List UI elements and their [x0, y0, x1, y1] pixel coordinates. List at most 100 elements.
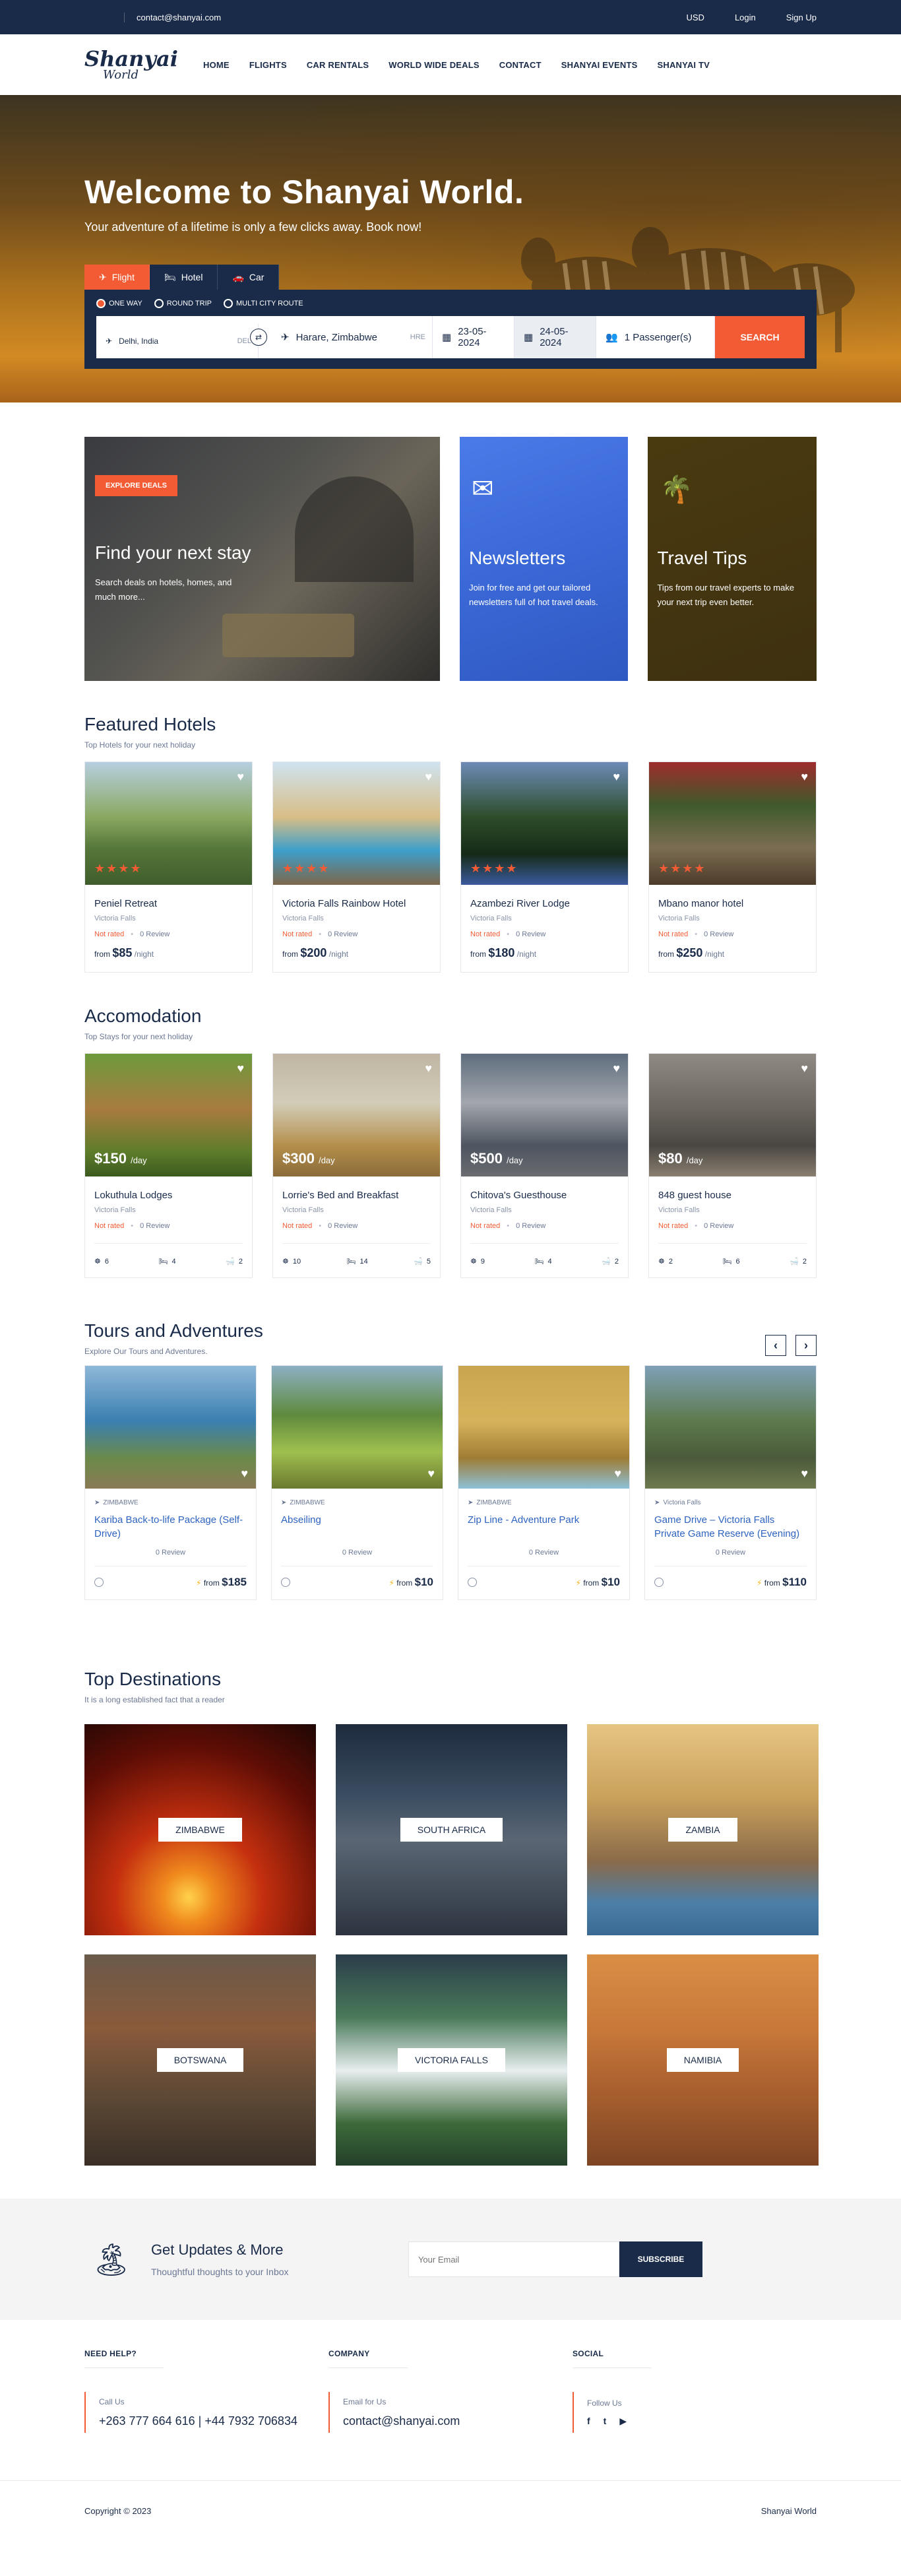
destination-label[interactable]: ZIMBABWE	[158, 1818, 242, 1842]
hotel-image[interactable]: ♥ ★★★★	[649, 762, 816, 885]
to-field[interactable]: ⇄ ✈ Harare, Zimbabwe HRE	[250, 316, 433, 358]
accommodation-card[interactable]: ♥ $500 /day Chitova's Guesthouse Victori…	[460, 1053, 629, 1278]
destination-tile[interactable]: ZAMBIA	[587, 1724, 819, 1935]
accommodation-image[interactable]: ♥ $500 /day	[461, 1054, 628, 1176]
accommodation-card[interactable]: ♥ $80 /day 848 guest house Victoria Fall…	[648, 1053, 817, 1278]
heart-icon[interactable]: ♥	[613, 770, 620, 784]
tour-card[interactable]: ♥ ➤ ZIMBABWE Abseiling 0 Review ⚡ from $1…	[271, 1365, 443, 1600]
chevron-left-icon[interactable]: ‹	[765, 1335, 786, 1356]
destination-tile[interactable]: NAMIBIA	[587, 1954, 819, 2166]
trip-one-way[interactable]: ONE WAY	[96, 299, 142, 308]
hotel-card[interactable]: ♥ ★★★★ Azambezi River Lodge Victoria Fal…	[460, 761, 629, 973]
currency-select[interactable]: USD	[686, 13, 704, 22]
passengers-field[interactable]: 👥 1 Passenger(s)	[596, 316, 715, 358]
footer-social: SOCIAL Follow Us f t ▶	[573, 2349, 817, 2433]
site-logo[interactable]: Shanyai World	[84, 38, 183, 91]
nav-flights[interactable]: FLIGHTS	[249, 60, 287, 70]
heart-icon[interactable]: ♥	[425, 1062, 432, 1076]
destination-tile[interactable]: VICTORIA FALLS	[336, 1954, 567, 2166]
depart-date-field[interactable]: ▦ 23-05-2024	[433, 316, 514, 358]
facebook-icon[interactable]: f	[587, 2416, 590, 2427]
tour-card[interactable]: ♥ ➤ ZIMBABWE Zip Line - Adventure Park 0 …	[458, 1365, 630, 1600]
heart-icon[interactable]: ♥	[801, 1062, 808, 1076]
tour-image[interactable]: ♥	[645, 1366, 816, 1489]
destination-label[interactable]: ZAMBIA	[668, 1818, 737, 1842]
destination-tile[interactable]: BOTSWANA	[84, 1954, 316, 2166]
tour-image[interactable]: ♥	[458, 1366, 629, 1489]
destination-label[interactable]: NAMIBIA	[666, 2048, 739, 2072]
hotel-card[interactable]: ♥ ★★★★ Victoria Falls Rainbow Hotel Vict…	[272, 761, 441, 973]
heart-icon[interactable]: ♥	[613, 1062, 620, 1076]
twitter-icon[interactable]: t	[604, 2416, 607, 2427]
nav-home[interactable]: HOME	[203, 60, 230, 70]
footer-email[interactable]: contact@shanyai.com	[343, 2414, 573, 2428]
heart-icon[interactable]: ♥	[427, 1467, 435, 1481]
chevron-right-icon[interactable]: ›	[795, 1335, 817, 1356]
heart-icon[interactable]: ♥	[241, 1467, 248, 1481]
promo-travel-tips[interactable]: 🌴 Travel Tips Tips from our travel exper…	[648, 437, 817, 681]
heart-icon[interactable]: ♥	[614, 1467, 621, 1481]
heart-icon[interactable]: ♥	[801, 1467, 808, 1481]
trip-multi-city[interactable]: MULTI CITY ROUTE	[223, 299, 303, 308]
accommodation-image[interactable]: ♥ $300 /day	[273, 1054, 440, 1176]
accommodation-name[interactable]: Lorrie's Bed and Breakfast	[282, 1190, 431, 1201]
topbar-email[interactable]: contact@shanyai.com	[124, 12, 221, 22]
destination-label[interactable]: VICTORIA FALLS	[397, 2048, 505, 2072]
tab-hotel[interactable]: 🛏 Hotel	[149, 265, 218, 290]
hotel-name[interactable]: Victoria Falls Rainbow Hotel	[282, 898, 431, 909]
nav-car-rentals[interactable]: CAR RENTALS	[307, 60, 369, 70]
tour-name[interactable]: Zip Line - Adventure Park	[468, 1513, 620, 1541]
accommodation-card[interactable]: ♥ $300 /day Lorrie's Bed and Breakfast V…	[272, 1053, 441, 1278]
nav-shanyai-events[interactable]: SHANYAI EVENTS	[561, 60, 638, 70]
bed-icon: 🛏	[722, 1258, 732, 1266]
phone-numbers[interactable]: +263 777 664 616 | +44 7932 706834	[99, 2414, 328, 2428]
explore-deals-button[interactable]: EXPLORE DEALS	[95, 475, 177, 496]
heart-icon[interactable]: ♥	[801, 770, 808, 784]
tour-image[interactable]: ♥	[85, 1366, 256, 1489]
accommodation-card[interactable]: ♥ $150 /day Lokuthula Lodges Victoria Fa…	[84, 1053, 253, 1278]
destination-tile[interactable]: ZIMBABWE	[84, 1724, 316, 1935]
signup-link[interactable]: Sign Up	[786, 13, 817, 22]
destination-label[interactable]: BOTSWANA	[156, 2048, 244, 2072]
hotel-image[interactable]: ♥ ★★★★	[461, 762, 628, 885]
trip-round-trip[interactable]: ROUND TRIP	[154, 299, 212, 308]
heart-icon[interactable]: ♥	[425, 770, 432, 784]
accommodation-name[interactable]: Lokuthula Lodges	[94, 1190, 243, 1201]
tab-car[interactable]: 🚗 Car	[218, 265, 280, 290]
login-link[interactable]: Login	[735, 13, 756, 22]
hotel-name[interactable]: Peniel Retreat	[94, 898, 243, 909]
accommodation-image[interactable]: ♥ $150 /day	[85, 1054, 252, 1176]
promo-newsletters[interactable]: ✉ Newsletters Join for free and get our …	[459, 437, 629, 681]
nav-contact[interactable]: CONTACT	[499, 60, 542, 70]
return-date-field[interactable]: ▦ 24-05-2024	[514, 316, 596, 358]
tab-flight[interactable]: ✈ Flight	[84, 265, 150, 290]
heart-icon[interactable]: ♥	[237, 770, 244, 784]
nav-world-wide-deals[interactable]: WORLD WIDE DEALS	[388, 60, 480, 70]
email-input[interactable]	[408, 2241, 619, 2277]
youtube-icon[interactable]: ▶	[619, 2416, 627, 2427]
accommodation-name[interactable]: 848 guest house	[658, 1190, 807, 1201]
subscribe-button[interactable]: SUBSCRIBE	[619, 2241, 702, 2277]
accommodation-name[interactable]: Chitova's Guesthouse	[470, 1190, 619, 1201]
destination-label[interactable]: SOUTH AFRICA	[400, 1818, 503, 1842]
hotel-name[interactable]: Azambezi River Lodge	[470, 898, 619, 909]
tour-image[interactable]: ♥	[272, 1366, 443, 1489]
from-field[interactable]: ✈ Delhi, India DEL	[96, 324, 259, 358]
hotel-card[interactable]: ♥ ★★★★ Peniel Retreat Victoria Falls Not…	[84, 761, 253, 973]
hotel-image[interactable]: ♥ ★★★★	[273, 762, 440, 885]
tour-name[interactable]: Kariba Back-to-life Package (Self-Drive)	[94, 1513, 247, 1541]
tour-name[interactable]: Abseiling	[281, 1513, 433, 1541]
hotel-image[interactable]: ♥ ★★★★	[85, 762, 252, 885]
promo-find-stay[interactable]: EXPLORE DEALS Find your next stay Search…	[84, 437, 440, 681]
swap-icon[interactable]: ⇄	[250, 329, 267, 346]
hotel-name[interactable]: Mbano manor hotel	[658, 898, 807, 909]
tour-card[interactable]: ♥ ➤ ZIMBABWE Kariba Back-to-life Package …	[84, 1365, 257, 1600]
search-button[interactable]: SEARCH	[715, 316, 805, 358]
destination-tile[interactable]: SOUTH AFRICA	[336, 1724, 567, 1935]
tour-card[interactable]: ♥ ➤ Victoria Falls Game Drive – Victoria …	[644, 1365, 817, 1600]
accommodation-image[interactable]: ♥ $80 /day	[649, 1054, 816, 1176]
hotel-card[interactable]: ♥ ★★★★ Mbano manor hotel Victoria Falls …	[648, 761, 817, 973]
tour-name[interactable]: Game Drive – Victoria Falls Private Game…	[654, 1513, 807, 1541]
heart-icon[interactable]: ♥	[237, 1062, 244, 1076]
nav-shanyai-tv[interactable]: SHANYAI TV	[658, 60, 710, 70]
